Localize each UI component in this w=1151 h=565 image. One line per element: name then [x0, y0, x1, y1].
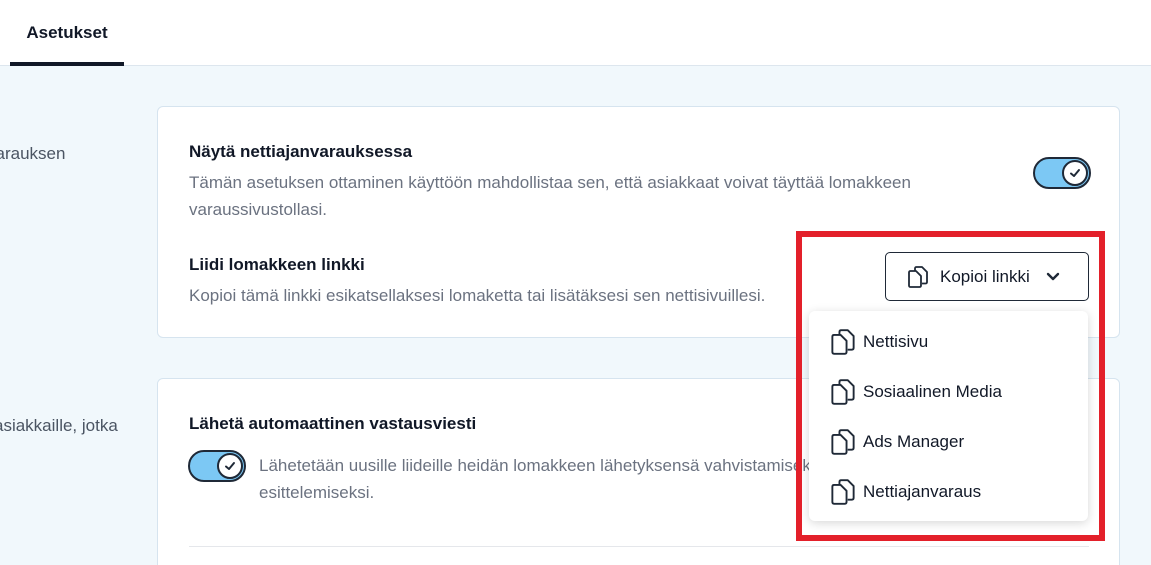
- toggle-knob: [1062, 160, 1088, 186]
- show-online-booking-title: Näytä nettiajanvarauksessa: [189, 142, 413, 161]
- tab-label: Asetukset: [26, 23, 108, 42]
- highlight-box: [796, 231, 1105, 541]
- show-online-booking-toggle[interactable]: [1033, 157, 1091, 189]
- tab-asetukset[interactable]: Asetukset: [10, 0, 124, 66]
- side-label-customers: asiakkaille, jotka: [0, 416, 118, 435]
- auto-reply-title: Lähetä automaattinen vastausviesti: [189, 414, 477, 433]
- side-label-booking: varauksen: [0, 144, 66, 163]
- top-bar: Asetukset: [0, 0, 1151, 66]
- lead-form-link-desc: Kopioi tämä linkki esikatsellaksesi loma…: [189, 286, 766, 305]
- check-icon: [225, 462, 235, 470]
- active-tab-indicator: [10, 62, 124, 66]
- check-icon: [1070, 169, 1080, 177]
- section-divider: [189, 546, 1089, 547]
- lead-form-link-title: Liidi lomakkeen linkki: [189, 255, 365, 274]
- show-online-booking-desc: Tämän asetuksen ottaminen käyttöön mahdo…: [189, 173, 911, 219]
- auto-reply-toggle[interactable]: [188, 450, 246, 482]
- auto-reply-desc: Lähetetään uusille liideille heidän loma…: [259, 456, 819, 502]
- toggle-knob: [217, 453, 243, 479]
